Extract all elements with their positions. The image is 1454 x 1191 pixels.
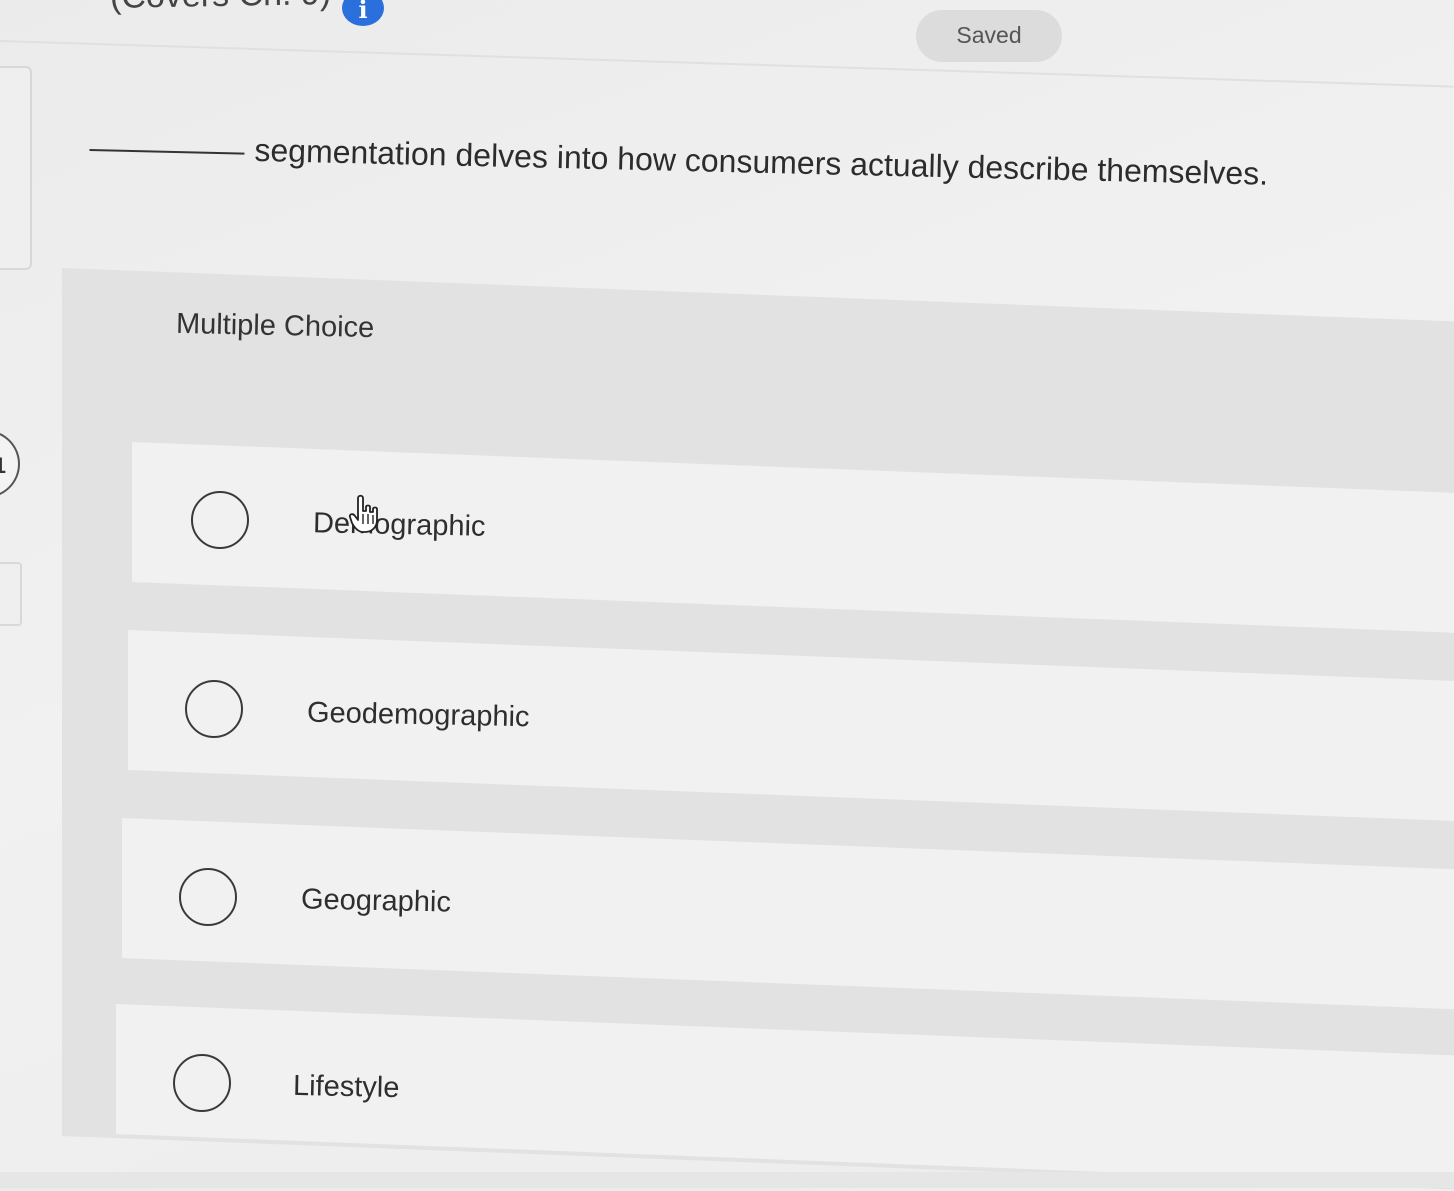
saved-status-badge: Saved	[916, 10, 1062, 62]
question-text: segmentation delves into how consumers a…	[254, 131, 1269, 192]
side-small-card	[0, 562, 22, 626]
question-type-label: Multiple Choice	[175, 307, 375, 345]
option-label-geodemographic[interactable]: Geodemographic	[307, 697, 530, 735]
radio-geodemographic[interactable]	[185, 680, 243, 738]
bottom-edge	[0, 1172, 1454, 1188]
info-icon[interactable]: i	[342, 0, 384, 26]
option-label-lifestyle[interactable]: Lifestyle	[293, 1070, 400, 1105]
option-label-geographic[interactable]: Geographic	[301, 883, 452, 919]
radio-demographic[interactable]	[191, 491, 249, 549]
side-card	[0, 66, 32, 270]
option-label-demographic[interactable]: Demographic	[313, 507, 486, 544]
header-divider	[0, 40, 1454, 88]
radio-lifestyle[interactable]	[173, 1054, 231, 1112]
radio-geographic[interactable]	[179, 868, 237, 926]
assignment-title: (Covers Ch. 9)	[110, 0, 332, 17]
question-prompt: segmentation delves into how consumers a…	[89, 128, 1269, 193]
answer-blank	[89, 148, 245, 155]
question-number-tab[interactable]: 1	[0, 430, 20, 498]
hand-cursor-icon	[348, 494, 378, 533]
